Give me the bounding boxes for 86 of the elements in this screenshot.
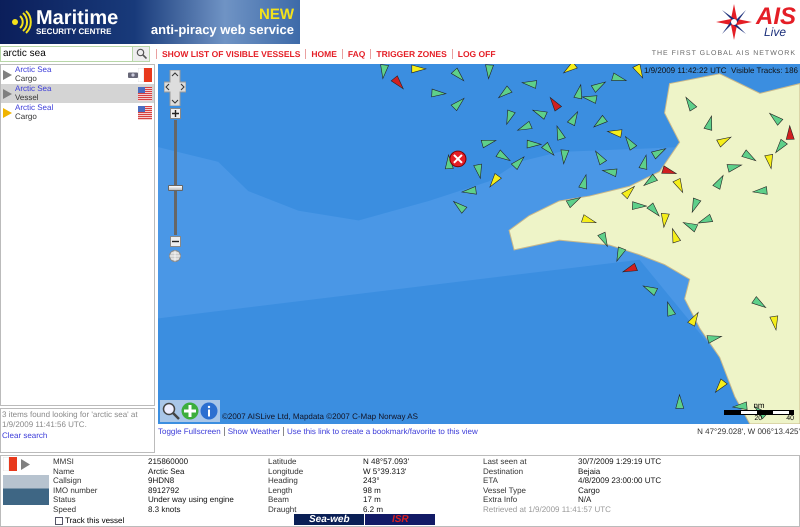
new-label: NEW [259,7,294,24]
detail-label: Beam [268,495,290,504]
search-button[interactable] [133,46,150,62]
detail-label: Draught [268,504,298,514]
detail-value: 215860000 [148,457,190,466]
vessel-name: Arctic Sea [15,66,52,74]
detail-value: 17 m [363,495,382,504]
vessel-name: Arctic Seal [15,104,54,112]
retrieved-time: Retrieved at 1/9/2009 11:41:57 UTC [483,504,612,514]
detail-label: Last seen at [483,457,528,466]
logo-title: AIS [756,6,796,28]
detail-value: 8.3 knots [148,504,182,514]
detail-value: 243° [363,476,381,486]
vessel-name: Arctic Sea [15,84,52,94]
search-field[interactable]: arctic sea [0,46,133,62]
detail-label: Heading [268,476,299,486]
flag-icon [3,457,17,471]
info-icon[interactable] [200,402,218,420]
detail-value: Bejaia [578,466,602,476]
nav-link[interactable]: FAQ [342,48,370,59]
map-status-text: 1/9/2009 11:42:22 UTC Visible Tracks: 186 [644,66,798,75]
vessel-result-item[interactable]: Arctic Sea Cargo [1,65,154,84]
detail-value: Under way using engine [148,495,235,504]
brand-subtitle: SECURITY CENTRE [36,28,112,36]
brand-name: Maritime [36,8,118,28]
search-status-text: 3 items found looking for 'arctic sea' at 1/9/2009 11:41:56 UTC. [2,410,139,431]
detail-value: 6.2 m [363,504,384,514]
map-copyright: ©2007 AISLive Ltd, Mapdata ©2007 C-Map Norway AS [222,412,418,421]
detail-label: Extra Info [483,495,518,504]
photo-placeholder [3,475,49,505]
zoom-slider-thumb[interactable] [168,185,182,192]
nav-link[interactable]: SHOW LIST OF VISIBLE VESSELS [156,48,306,59]
logo-subtitle: Live [762,27,787,38]
nav-link[interactable]: LOG OFF [452,48,501,59]
target-vessel-icon[interactable] [449,150,466,168]
nav-link[interactable]: HOME [305,48,342,59]
detail-value: Cargo [578,486,601,495]
nav-link[interactable]: TRIGGER ZONES [370,48,452,59]
partner-logo: Sea-web [294,514,364,525]
detail-value: 9HDN8 [148,476,176,486]
detail-label: Longitude [268,466,304,476]
detail-label: Speed [53,504,78,514]
scale-unit: nm [752,401,766,410]
search-icon [136,48,146,60]
detail-label: IMO number [53,486,98,495]
clear-search-link[interactable]: Clear search [2,430,48,440]
vessel-type: Cargo [15,112,38,122]
detail-value: N 48°57.093' [363,457,410,466]
pan-control[interactable] [164,70,186,106]
detail-label: Latitude [268,457,298,466]
detail-label: Status [53,495,77,504]
cursor-coordinates: N 47°29.028', W 006°13.425' [697,426,800,436]
flag-icon [138,106,152,120]
detail-value: 4/8/2009 23:00:00 UTC [578,476,662,486]
detail-value: 98 m [363,486,382,495]
vessel-type: Cargo [15,74,38,84]
detail-label: Callsign [53,476,82,486]
scale-bar-ruler [724,410,794,415]
plus-icon [172,110,178,117]
zoom-out-button[interactable] [170,236,180,247]
detail-value: 8912792 [148,486,180,495]
vessel-result-item[interactable]: Arctic Sea Vessel [1,84,154,103]
detail-value: N/A [578,495,592,504]
banner-tagline: anti-piracy web service [150,23,294,37]
detail-value: 30/7/2009 1:29:19 UTC [578,457,662,466]
partner-logo: ISR [365,514,436,525]
detail-label: Name [53,466,76,476]
map-link[interactable]: Show Weather [228,426,280,436]
map-link[interactable]: Use this link to create a bookmark/favorite to this view [287,426,478,436]
vessel-result-item[interactable]: Arctic Seal Cargo [1,103,154,122]
detail-label: Length [268,486,294,495]
zoom-in-button[interactable] [170,108,180,119]
detail-label: ETA [483,476,499,486]
detail-value: Arctic Sea [148,466,186,476]
minus-icon [172,238,178,245]
map-link[interactable]: Toggle Fullscreen [158,426,221,436]
vessel-type: Vessel [15,94,40,102]
search-icon[interactable] [162,402,180,420]
checkbox[interactable] [55,516,63,524]
play-arrow-icon[interactable] [21,458,30,470]
detail-value: W 5°39.313' [363,466,408,476]
flag-icon [138,68,152,82]
detail-label: Vessel Type [483,486,527,495]
flag-icon [138,86,152,100]
detail-label: Destination [483,466,524,476]
detail-label: MMSI [53,457,75,466]
